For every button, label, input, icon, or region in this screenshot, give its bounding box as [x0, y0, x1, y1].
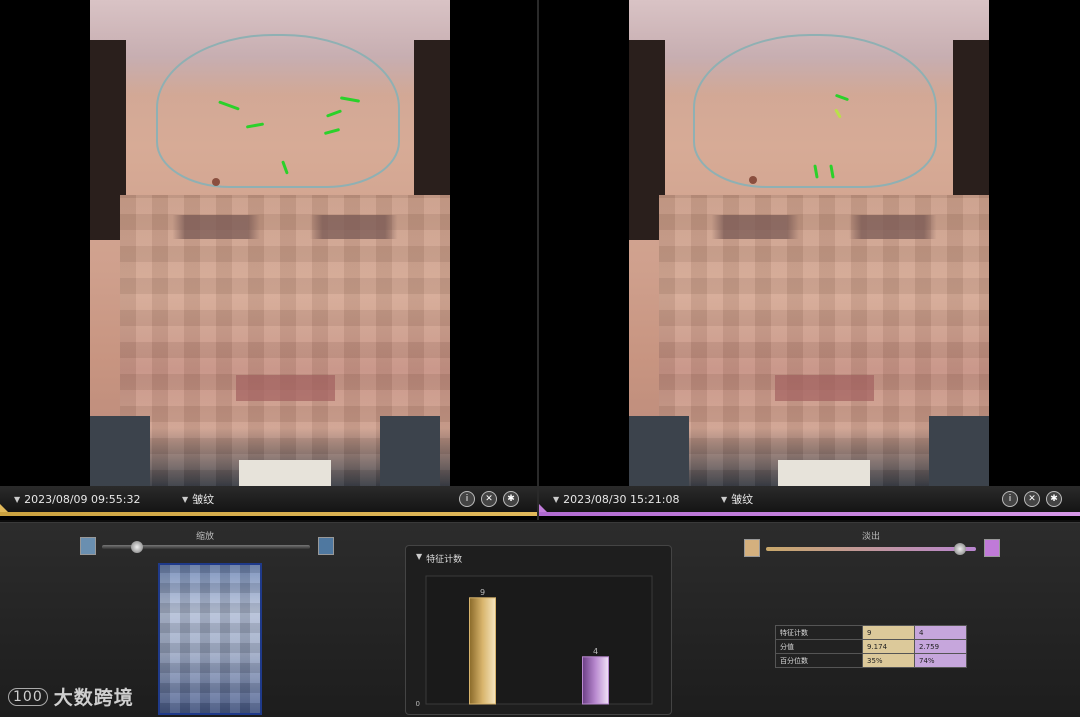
before-swatch[interactable] — [744, 539, 760, 557]
settings-icon[interactable]: ✱ — [1046, 491, 1062, 507]
fade-slider-handle[interactable] — [954, 543, 967, 555]
table-row: 百分位数 35% 74% — [775, 653, 967, 668]
info-icon[interactable]: i — [459, 491, 475, 507]
image-panel-after: ▼ 2023/08/30 15:21:08 ▼ 皱纹 i ✕ ✱ — [539, 0, 1080, 520]
bar-after — [582, 656, 609, 705]
zoom-slider-handle[interactable] — [131, 541, 144, 553]
face-photo-before[interactable] — [0, 0, 537, 486]
analysis-type-label: 皱纹 — [731, 493, 754, 506]
panel-toolbar: ▼ 2023/08/09 09:55:32 ▼ 皱纹 i ✕ ✱ — [0, 486, 537, 512]
close-icon[interactable]: ✕ — [481, 491, 497, 507]
face-image — [90, 0, 450, 486]
feature-count-chart: ▼ 特征计数 094 — [405, 545, 672, 715]
dropdown-arrow-icon: ▼ — [553, 494, 560, 504]
forehead-region-outline — [156, 34, 400, 188]
dropdown-arrow-icon: ▼ — [721, 494, 728, 504]
plot-area — [425, 575, 653, 705]
chart-canvas: 0 9 4 — [416, 575, 653, 708]
stats-table: 特征计数 9 4 分值 9.174 2.759 百分位数 35% 74% — [775, 625, 967, 668]
analysis-type-dropdown[interactable]: ▼ 皱纹 — [721, 491, 753, 507]
panel-toolbar: ▼ 2023/08/30 15:21:08 ▼ 皱纹 i ✕ ✱ — [539, 486, 1080, 512]
zoom-label: 缩放 — [196, 532, 215, 542]
settings-icon[interactable]: ✱ — [503, 491, 519, 507]
y-tick-label: 0 — [416, 700, 420, 708]
navigator-thumbnail[interactable] — [158, 563, 262, 715]
info-icon[interactable]: i — [1002, 491, 1018, 507]
close-icon[interactable]: ✕ — [1024, 491, 1040, 507]
dropdown-arrow-icon: ▼ — [182, 494, 189, 504]
accent-bar-purple — [539, 512, 1080, 516]
analysis-type-label: 皱纹 — [192, 493, 215, 506]
face-photo-after[interactable] — [539, 0, 1080, 486]
zoom-out-icon[interactable] — [80, 537, 96, 555]
timestamp-dropdown[interactable]: ▼ 2023/08/30 15:21:08 — [553, 493, 713, 506]
mole — [749, 176, 757, 184]
bar-before — [469, 597, 496, 705]
timestamp-label: 2023/08/09 09:55:32 — [24, 492, 141, 506]
after-swatch[interactable] — [984, 539, 1000, 557]
timestamp-label: 2023/08/30 15:21:08 — [563, 492, 680, 506]
dropdown-arrow-icon: ▼ — [14, 494, 21, 504]
image-panel-before: ▼ 2023/08/09 09:55:32 ▼ 皱纹 i ✕ ✱ — [0, 0, 539, 520]
comparison-controls: 缩放 ▼ 特征计数 094 淡出 特征计数 9 4 分值 9.174 2.759… — [0, 522, 1080, 717]
mole — [212, 178, 220, 186]
bar-value-label: 9 — [480, 588, 485, 597]
accent-bar-gold — [0, 512, 537, 516]
watermark-logo: 100 大数跨境 — [8, 683, 134, 710]
zoom-in-icon[interactable] — [318, 537, 334, 555]
bar-value-label: 4 — [593, 647, 598, 656]
analysis-type-dropdown[interactable]: ▼ 皱纹 — [182, 491, 214, 507]
fade-label: 淡出 — [862, 532, 881, 542]
timestamp-dropdown[interactable]: ▼ 2023/08/09 09:55:32 — [14, 493, 174, 506]
fade-slider[interactable] — [766, 543, 976, 555]
face-image — [629, 0, 989, 486]
zoom-slider[interactable] — [102, 541, 310, 553]
table-row: 特征计数 9 4 — [775, 625, 967, 640]
table-row: 分值 9.174 2.759 — [775, 639, 967, 654]
